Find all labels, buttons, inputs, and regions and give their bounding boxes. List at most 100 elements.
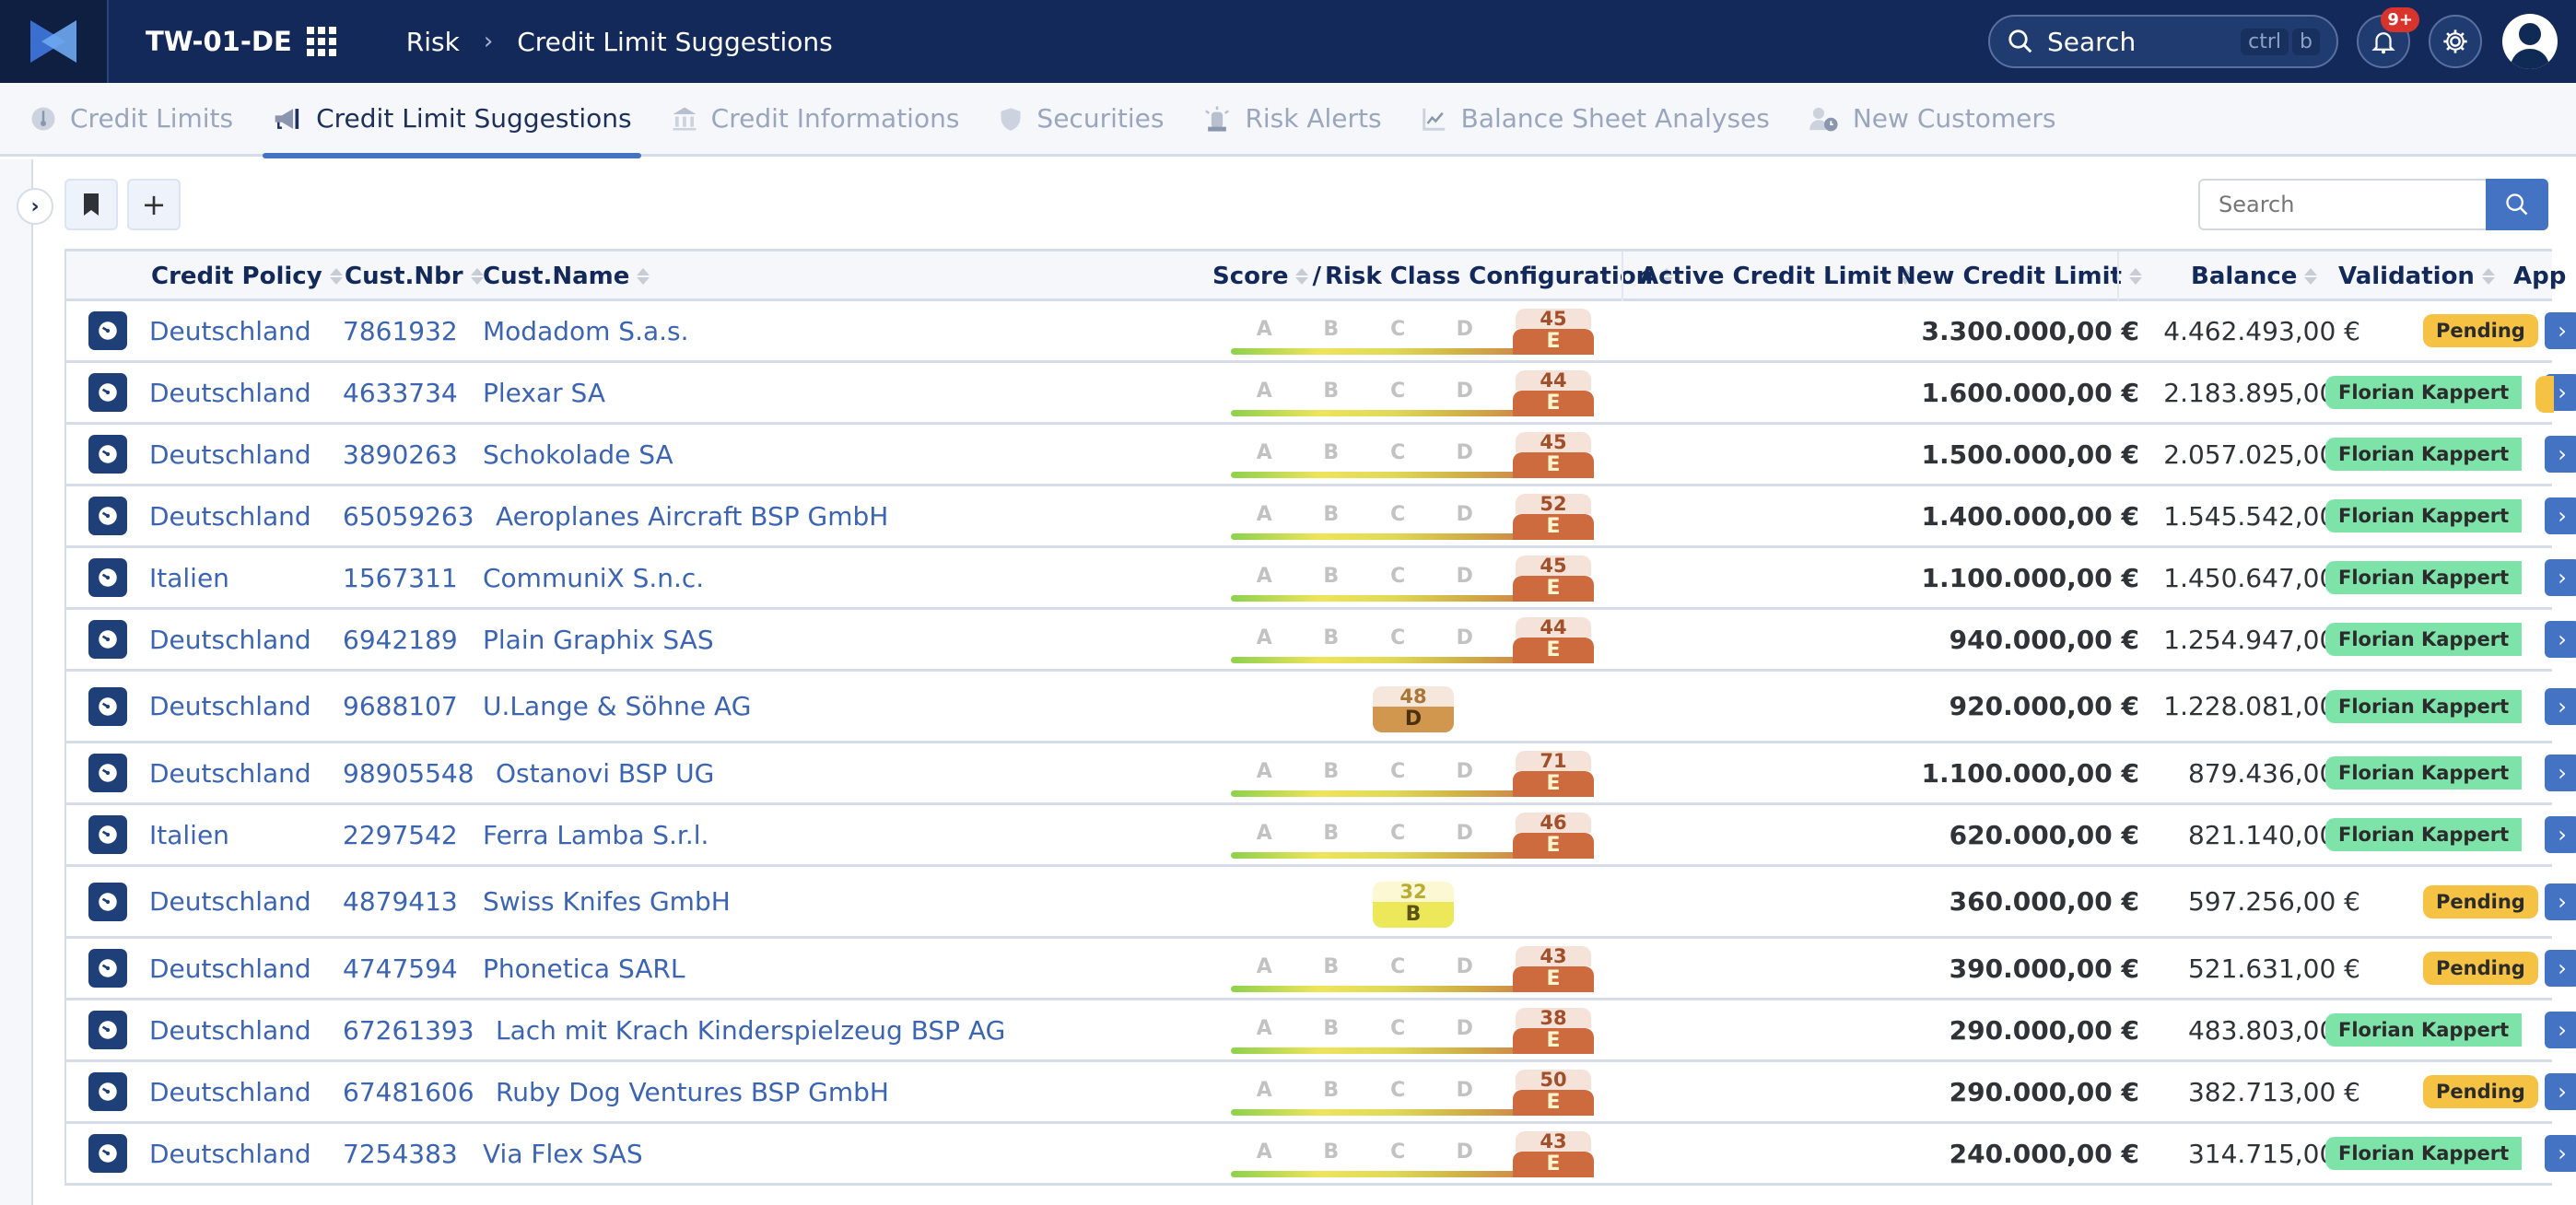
credit-policy-link[interactable]: Deutschland	[149, 1124, 311, 1183]
table-row[interactable]: Deutschland 67481606 Ruby Dog Ventures B…	[66, 1062, 2576, 1124]
customer-number-link[interactable]: 7254383	[343, 1124, 458, 1183]
row-status-cell[interactable]	[88, 363, 127, 422]
customer-name-link[interactable]: Plain Graphix SAS	[483, 610, 714, 669]
table-row[interactable]: Deutschland 7861932 Modadom S.a.s. A B C D 4…	[66, 301, 2576, 363]
table-row[interactable]: Deutschland 67261393 Lach mit Krach Kind…	[66, 1000, 2576, 1062]
tab-credit-limits[interactable]: Credit Limits	[29, 82, 233, 156]
table-row[interactable]: Deutschland 65059263 Aeroplanes Aircraft…	[66, 486, 2576, 548]
column-header-new-credit-limit[interactable]: New Credit Limit	[1896, 252, 2142, 301]
credit-policy-link[interactable]: Deutschland	[149, 867, 311, 936]
row-status-cell[interactable]	[88, 1062, 127, 1121]
customer-name-link[interactable]: Via Flex SAS	[483, 1124, 643, 1183]
open-detail-button[interactable]: ›	[2545, 883, 2576, 920]
table-row[interactable]: Deutschland 4879413 Swiss Knifes GmbH 32…	[66, 867, 2576, 939]
table-row[interactable]: Italien 1567311 CommuniX S.n.c. A B C D 45 E …	[66, 548, 2576, 610]
row-status-cell[interactable]	[88, 1000, 127, 1059]
gauge-icon[interactable]	[88, 311, 127, 350]
gauge-icon[interactable]	[88, 1134, 127, 1173]
table-row[interactable]: Deutschland 4747594 Phonetica SARL A B C D 4…	[66, 939, 2576, 1000]
gauge-icon[interactable]	[88, 882, 127, 921]
notifications-button[interactable]: 9+	[2357, 7, 2419, 68]
tab-credit-limit-suggestions[interactable]: Credit Limit Suggestions	[263, 82, 641, 158]
customer-number-link[interactable]: 67261393	[343, 1000, 474, 1059]
open-detail-button[interactable]: ›	[2545, 1012, 2576, 1048]
gauge-icon[interactable]	[88, 620, 127, 659]
credit-policy-link[interactable]: Deutschland	[149, 939, 311, 998]
customer-number-link[interactable]: 4633734	[343, 363, 458, 422]
column-header-credit-policy[interactable]: Credit Policy	[151, 252, 343, 301]
customer-number-link[interactable]: 3890263	[343, 425, 458, 484]
open-detail-button[interactable]: ›	[2545, 950, 2576, 987]
row-status-cell[interactable]	[88, 1124, 127, 1183]
customer-number-link[interactable]: 2297542	[343, 805, 458, 864]
customer-number-link[interactable]: 65059263	[343, 486, 474, 545]
customer-name-link[interactable]: U.Lange & Söhne AG	[483, 672, 751, 741]
row-status-cell[interactable]	[88, 610, 127, 669]
sort-icon[interactable]	[1295, 268, 1309, 285]
tab-credit-informations[interactable]: Credit Informations	[671, 82, 959, 156]
gauge-icon[interactable]	[88, 815, 127, 854]
customer-number-link[interactable]: 9688107	[343, 672, 458, 741]
breadcrumb-risk[interactable]: Risk	[406, 27, 460, 57]
column-header-app[interactable]: App	[2513, 252, 2566, 301]
sort-icon[interactable]	[2481, 268, 2495, 285]
customer-number-link[interactable]: 6942189	[343, 610, 458, 669]
column-header-cust-nbr[interactable]: Cust.Nbr	[345, 252, 484, 301]
table-search-button[interactable]	[2486, 179, 2548, 230]
row-status-cell[interactable]	[88, 301, 127, 360]
tab-securities[interactable]: Securities	[998, 82, 1164, 156]
open-detail-button[interactable]: ›	[2545, 1073, 2576, 1110]
column-header-score[interactable]: Score / Risk Class Configuration	[1212, 252, 1674, 301]
open-detail-button[interactable]: ›	[2545, 312, 2576, 349]
sort-icon[interactable]	[2304, 268, 2318, 285]
row-status-cell[interactable]	[88, 939, 127, 998]
add-button[interactable]: +	[127, 179, 181, 230]
tab-balance-sheet-analyses[interactable]: Balance Sheet Analyses	[1421, 82, 1770, 156]
open-detail-button[interactable]: ›	[2545, 497, 2576, 534]
customer-name-link[interactable]: Ostanovi BSP UG	[496, 743, 714, 802]
credit-policy-link[interactable]: Deutschland	[149, 486, 311, 545]
row-status-cell[interactable]	[88, 867, 127, 936]
open-detail-button[interactable]: ›	[2545, 559, 2576, 596]
customer-number-link[interactable]: 67481606	[343, 1062, 474, 1121]
open-detail-button[interactable]: ›	[2545, 687, 2576, 725]
column-header-balance[interactable]: Balance	[2191, 252, 2318, 301]
customer-name-link[interactable]: Lach mit Krach Kinderspielzeug BSP AG	[496, 1000, 1005, 1059]
table-row[interactable]: Deutschland 7254383 Via Flex SAS A B C D 43 E…	[66, 1124, 2576, 1186]
customer-name-link[interactable]: Ferra Lamba S.r.l.	[483, 805, 708, 864]
customer-name-link[interactable]: Schokolade SA	[483, 425, 673, 484]
app-logo[interactable]	[0, 0, 109, 83]
global-search[interactable]: Search ctrl b	[1988, 15, 2338, 68]
table-row[interactable]: Deutschland 4633734 Plexar SA A B C D 44 E 1.…	[66, 363, 2576, 425]
user-avatar[interactable]	[2502, 14, 2558, 69]
column-header-cust-name[interactable]: Cust.Name	[483, 252, 650, 301]
gauge-icon[interactable]	[88, 686, 127, 726]
credit-policy-link[interactable]: Deutschland	[149, 610, 311, 669]
credit-policy-link[interactable]: Deutschland	[149, 301, 311, 360]
customer-number-link[interactable]: 4879413	[343, 867, 458, 936]
credit-policy-link[interactable]: Italien	[149, 548, 229, 607]
table-row[interactable]: Deutschland 6942189 Plain Graphix SAS A B…	[66, 610, 2576, 672]
customer-name-link[interactable]: Aeroplanes Aircraft BSP GmbH	[496, 486, 888, 545]
row-status-cell[interactable]	[88, 548, 127, 607]
customer-number-link[interactable]: 4747594	[343, 939, 458, 998]
customer-name-link[interactable]: Ruby Dog Ventures BSP GmbH	[496, 1062, 889, 1121]
gauge-icon[interactable]	[88, 949, 127, 988]
open-detail-button[interactable]: ›	[2545, 755, 2576, 791]
credit-policy-link[interactable]: Deutschland	[149, 672, 311, 741]
row-status-cell[interactable]	[88, 672, 127, 741]
customer-name-link[interactable]: CommuniX S.n.c.	[483, 548, 704, 607]
sort-icon[interactable]	[329, 268, 343, 285]
credit-policy-link[interactable]: Italien	[149, 805, 229, 864]
gauge-icon[interactable]	[88, 1011, 127, 1049]
customer-number-link[interactable]: 1567311	[343, 548, 458, 607]
open-detail-button[interactable]: ›	[2545, 436, 2576, 473]
row-status-cell[interactable]	[88, 486, 127, 545]
open-detail-button[interactable]: ›	[2545, 816, 2576, 853]
sort-icon[interactable]	[637, 268, 650, 285]
apps-grid-icon[interactable]	[306, 27, 336, 56]
settings-button[interactable]	[2429, 15, 2482, 68]
credit-policy-link[interactable]: Deutschland	[149, 425, 311, 484]
gauge-icon[interactable]	[88, 558, 127, 597]
gauge-icon[interactable]	[88, 497, 127, 535]
